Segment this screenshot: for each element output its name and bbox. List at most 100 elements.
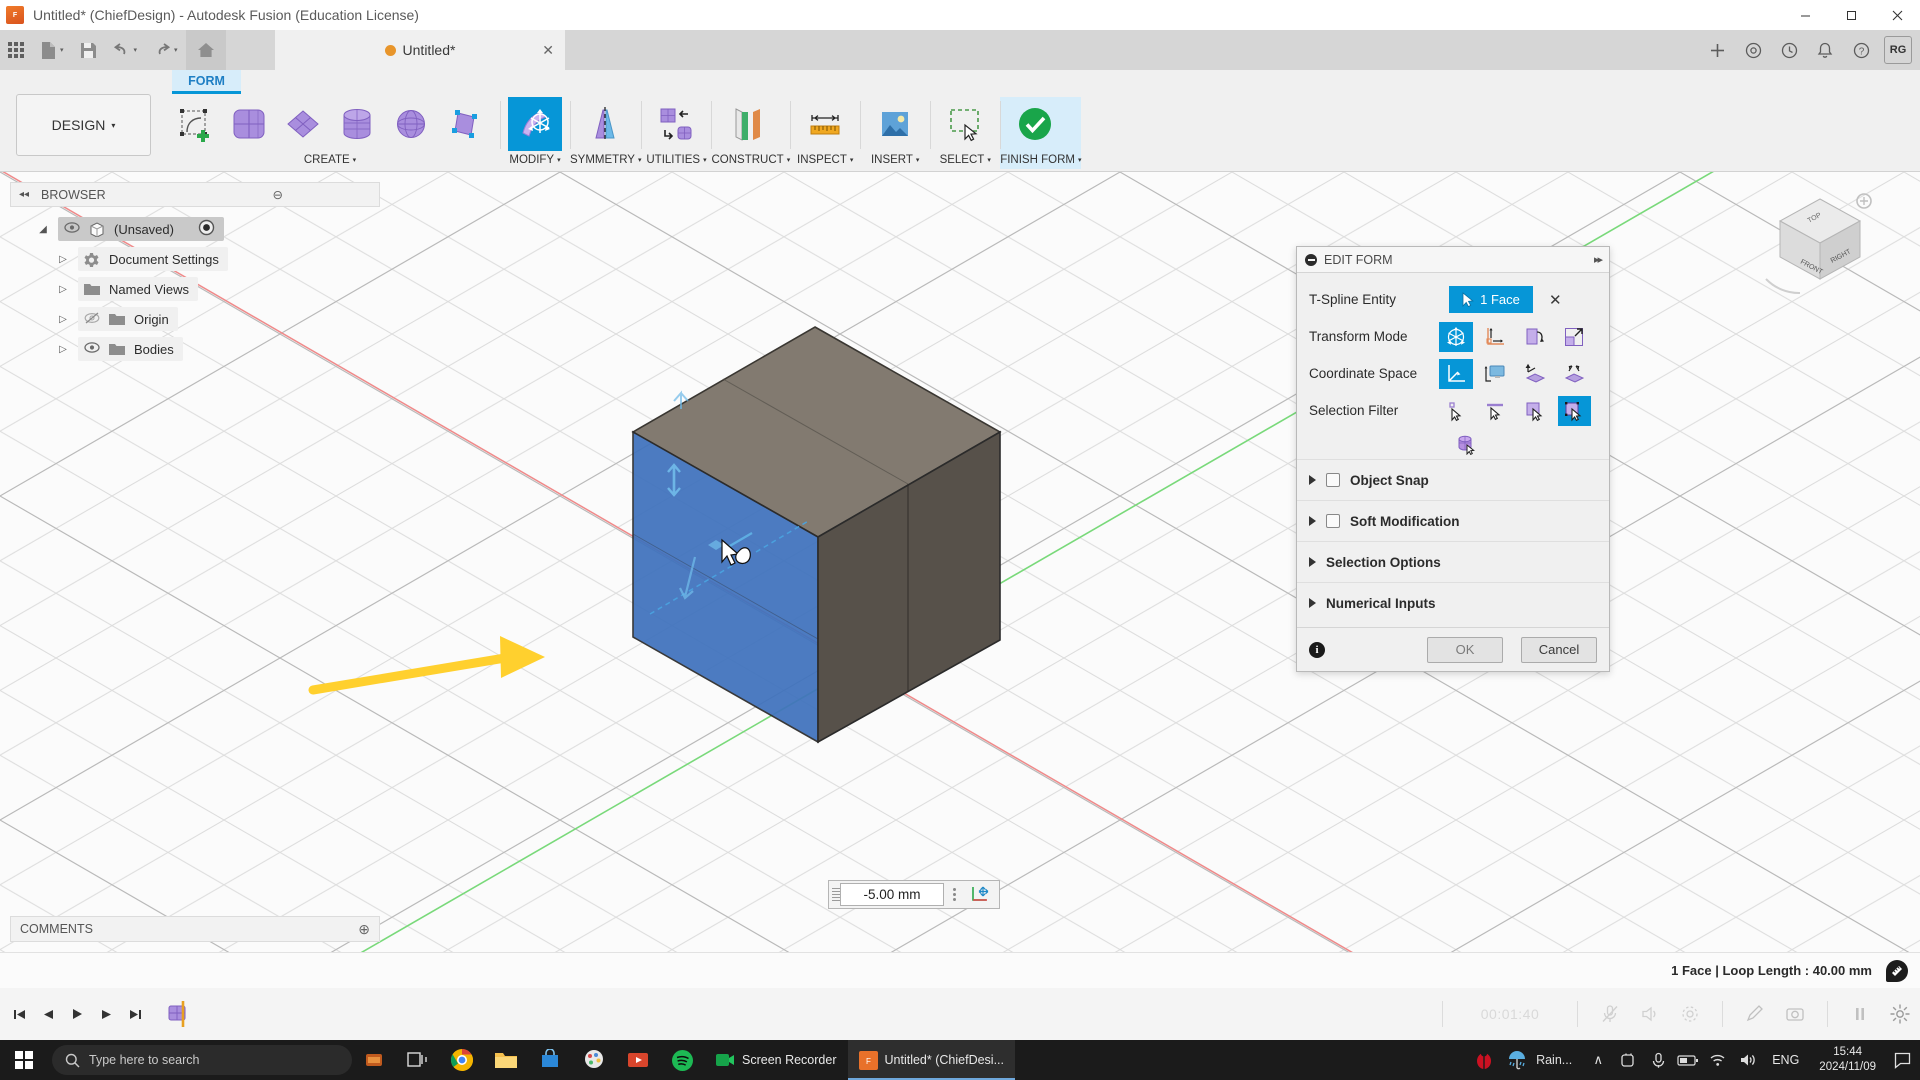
cortana-icon[interactable] [352,1040,396,1080]
face-body-filter-icon[interactable] [1557,395,1592,426]
chevron-right-icon[interactable] [1309,557,1316,567]
play-icon[interactable] [64,1001,90,1027]
skip-end-icon[interactable] [122,1001,148,1027]
language-indicator[interactable]: ENG [1764,1053,1807,1067]
taskbar-clock[interactable]: 15:44 2024/11/09 [1809,1045,1886,1075]
redo-icon[interactable]: ▾ [145,30,186,70]
view-space-icon[interactable] [1479,359,1512,389]
question-icon[interactable]: ? [1844,33,1878,67]
rainmeter-tray-icon[interactable] [1500,1040,1534,1080]
add-comment-icon[interactable]: ⊕ [358,921,370,938]
transform-translate-icon[interactable] [1479,322,1512,352]
measure-icon[interactable] [798,97,852,151]
tab-form[interactable]: FORM [172,70,241,94]
quad-ball-icon[interactable] [438,97,492,151]
store-icon[interactable] [528,1040,572,1080]
object-snap-checkbox[interactable] [1326,473,1340,487]
box-icon[interactable] [222,97,276,151]
settings-gear-icon[interactable] [1670,994,1710,1034]
battery-icon[interactable] [1674,1040,1702,1080]
move-axis-icon[interactable] [964,885,996,905]
viewcube[interactable]: FRONT RIGHT TOP [1760,187,1880,297]
mic-muted-icon[interactable] [1590,994,1630,1034]
start-button[interactable] [0,1040,48,1080]
close-button[interactable] [1874,0,1920,30]
cylinder-icon[interactable] [330,97,384,151]
paint-icon[interactable] [572,1040,616,1080]
finish-form-check-icon[interactable] [1008,97,1062,151]
edge-filter-icon[interactable] [1479,396,1512,426]
dimension-input-box[interactable]: -5.00 mm [828,880,1000,909]
chrome-icon[interactable] [440,1040,484,1080]
measurement-badge-icon[interactable] [1886,959,1908,982]
taskbar-app-screen-recorder[interactable]: Screen Recorder [704,1040,848,1080]
taskbar-app-fusion[interactable]: F Untitled* (ChiefDesi... [847,1040,1015,1080]
volume-icon[interactable] [1734,1040,1762,1080]
section-numerical-inputs[interactable]: Numerical Inputs [1297,582,1609,623]
avatar[interactable]: RG [1884,36,1912,64]
edit-form-icon[interactable] [508,97,562,151]
dialog-header[interactable]: EDIT FORM ▸▸ [1297,247,1609,273]
undo-icon[interactable]: ▾ [105,30,146,70]
section-object-snap[interactable]: Object Snap [1297,459,1609,500]
rainmeter-tray-label[interactable]: Rain... [1536,1053,1582,1067]
camera-icon[interactable] [1775,994,1815,1034]
camera-tray-icon[interactable] [1614,1040,1642,1080]
step-forward-icon[interactable] [93,1001,119,1027]
transform-scale-icon[interactable] [1558,322,1591,352]
save-icon[interactable] [72,30,105,70]
browser-collapse-icon[interactable]: ◂◂ [19,189,29,200]
skip-start-icon[interactable] [6,1001,32,1027]
chevron-right-icon[interactable] [1309,475,1316,485]
browser-item-document-settings[interactable]: ▷ Document Settings [10,244,380,274]
browser-item-bodies[interactable]: ▷ Bodies [10,334,380,364]
ladybug-tray-icon[interactable] [1470,1040,1498,1080]
sphere-icon[interactable] [384,97,438,151]
document-tab[interactable]: Untitled* ✕ [275,30,565,70]
timeline-marker-icon[interactable] [165,1001,191,1027]
face-filter-icon[interactable] [1518,396,1551,426]
task-view-icon[interactable] [396,1040,440,1080]
pause-bars-icon[interactable] [1840,994,1880,1034]
tspline-box-body[interactable] [560,302,1080,822]
bell-icon[interactable] [1808,33,1842,67]
wifi-icon[interactable] [1704,1040,1732,1080]
browser-item-origin[interactable]: ▷ Origin [10,304,380,334]
vertex-filter-icon[interactable] [1439,396,1472,426]
spotify-icon[interactable] [660,1040,704,1080]
face-space-icon[interactable] [1518,359,1551,389]
app-grid-icon[interactable] [0,30,32,70]
comments-panel[interactable]: COMMENTS ⊕ [10,916,380,942]
expand-arrow-icon[interactable]: ▷ [48,314,78,325]
collapse-icon[interactable] [1305,253,1317,266]
add-tab-button[interactable] [1700,33,1734,67]
tspline-entity-selection-chip[interactable]: 1 Face [1449,286,1533,313]
normal-space-icon[interactable] [1558,359,1591,389]
video-editor-icon[interactable] [616,1040,660,1080]
taskbar-search[interactable]: Type here to search [52,1045,352,1075]
new-document-icon[interactable]: ▾ [32,30,72,70]
expand-arrow-icon[interactable]: ▷ [48,254,78,265]
plane-icon[interactable] [276,97,330,151]
info-icon[interactable]: i [1309,641,1325,658]
extensions-icon[interactable] [1736,33,1770,67]
pen-icon[interactable] [1735,994,1775,1034]
sketch-create-icon[interactable] [168,97,222,151]
expand-arrow-icon[interactable]: ▷ [48,344,78,355]
home-icon[interactable] [185,30,226,70]
world-space-icon[interactable] [1439,358,1473,389]
offset-plane-icon[interactable] [719,97,773,151]
expand-arrow-icon[interactable]: ▷ [48,284,78,295]
minimize-button[interactable] [1782,0,1828,30]
selected-radio-icon[interactable] [198,219,215,239]
browser-header[interactable]: ◂◂ BROWSER ⊖ [10,182,380,207]
mic-tray-icon[interactable] [1644,1040,1672,1080]
dimension-menu-icon[interactable] [944,888,964,901]
expand-panel-icon[interactable]: ▸▸ [1594,253,1603,266]
step-back-icon[interactable] [35,1001,61,1027]
visible-eye-icon[interactable] [83,342,100,356]
distance-value-input[interactable]: -5.00 mm [840,883,944,906]
transform-all-icon[interactable] [1439,321,1473,352]
transform-rotate-icon[interactable] [1518,322,1551,352]
file-explorer-icon[interactable] [484,1040,528,1080]
